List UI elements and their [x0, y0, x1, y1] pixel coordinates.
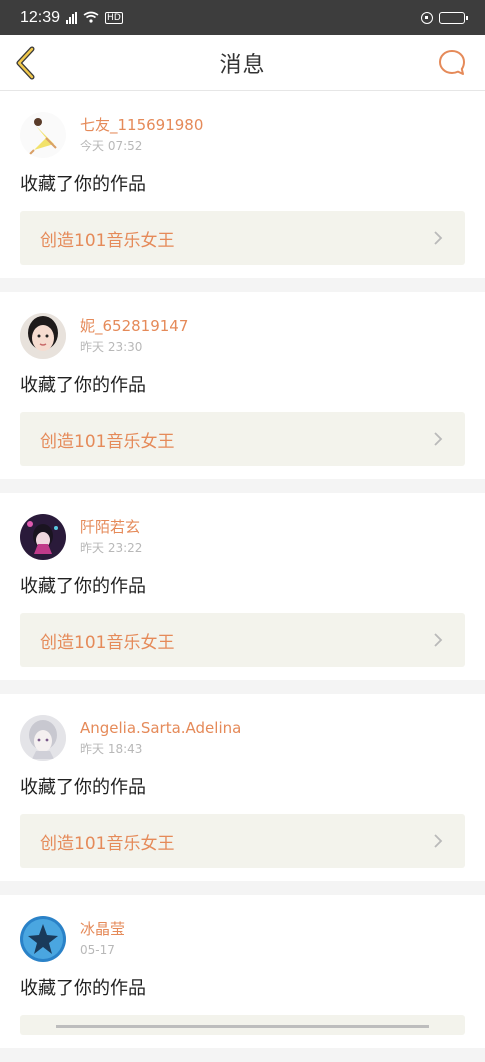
action-text: 收藏了你的作品 — [20, 174, 146, 195]
chat-button[interactable] — [437, 48, 467, 78]
message-time: 05-17 — [80, 943, 115, 957]
blue-star-avatar-icon — [20, 916, 66, 962]
user-name[interactable]: 妮_652819147 — [80, 316, 188, 336]
avatar[interactable] — [20, 715, 66, 761]
work-link[interactable]: 创造101音乐女王 — [20, 211, 465, 265]
action-text: 收藏了你的作品 — [20, 978, 146, 999]
chevron-right-icon — [434, 432, 443, 446]
message-time: 今天 07:52 — [80, 139, 143, 153]
hd-badge: HD — [105, 11, 123, 24]
chevron-right-icon — [434, 633, 443, 647]
action-text: 收藏了你的作品 — [20, 375, 146, 396]
page-title: 消息 — [219, 52, 266, 78]
work-title: 创造101音乐女王 — [40, 431, 175, 452]
action-text: 收藏了你的作品 — [20, 576, 146, 597]
wifi-icon — [83, 9, 99, 27]
anime-avatar-icon — [20, 514, 66, 560]
status-right — [421, 11, 468, 24]
user-row: Angelia.Sarta.Adelina 昨天 18:43 — [20, 714, 465, 762]
user-row: 阡陌若玄 昨天 23:22 — [20, 513, 465, 561]
silver-hair-avatar-icon — [20, 715, 66, 761]
chat-bubble-icon — [439, 50, 465, 75]
user-row: 妮_652819147 昨天 23:30 — [20, 312, 465, 360]
message-feed[interactable]: 七友_115691980 今天 07:52 收藏了你的作品 创造101音乐女王 — [0, 91, 485, 1062]
chevron-right-icon — [434, 231, 443, 245]
work-title: 创造101音乐女王 — [40, 230, 175, 251]
girl-avatar-icon — [20, 313, 66, 359]
status-left: 12:39 HD — [20, 9, 123, 27]
back-button[interactable] — [10, 43, 42, 83]
message-time: 昨天 18:43 — [80, 742, 143, 756]
work-link[interactable] — [20, 1015, 465, 1035]
message-time: 昨天 23:30 — [80, 340, 143, 354]
work-link[interactable]: 创造101音乐女王 — [20, 814, 465, 868]
avatar[interactable] — [20, 514, 66, 560]
work-link[interactable]: 创造101音乐女王 — [20, 613, 465, 667]
user-name[interactable]: 七友_115691980 — [80, 115, 203, 135]
chevron-right-icon — [434, 834, 443, 848]
battery-icon — [439, 11, 468, 24]
message-card: 冰晶莹 05-17 收藏了你的作品 — [0, 895, 485, 1048]
message-card: 妮_652819147 昨天 23:30 收藏了你的作品 创造101音乐女王 — [0, 292, 485, 479]
work-link[interactable]: 创造101音乐女王 — [20, 412, 465, 466]
status-time: 12:39 — [20, 8, 61, 26]
work-preview-strip — [56, 1025, 429, 1028]
user-name[interactable]: Angelia.Sarta.Adelina — [80, 718, 241, 738]
dancer-avatar-icon — [20, 112, 66, 158]
user-name[interactable]: 冰晶莹 — [80, 919, 125, 939]
chevron-left-icon — [16, 46, 35, 80]
work-title: 创造101音乐女王 — [40, 833, 175, 854]
message-card: 阡陌若玄 昨天 23:22 收藏了你的作品 创造101音乐女王 — [0, 493, 485, 680]
message-card: Angelia.Sarta.Adelina 昨天 18:43 收藏了你的作品 创… — [0, 694, 485, 881]
message-card: 七友_115691980 今天 07:52 收藏了你的作品 创造101音乐女王 — [0, 91, 485, 278]
user-row: 七友_115691980 今天 07:52 — [20, 111, 465, 159]
work-title: 创造101音乐女王 — [40, 632, 175, 653]
user-name[interactable]: 阡陌若玄 — [80, 517, 142, 537]
nav-bar: 消息 — [0, 35, 485, 91]
rotation-lock-icon — [421, 11, 433, 24]
avatar[interactable] — [20, 112, 66, 158]
user-row: 冰晶莹 05-17 — [20, 915, 465, 963]
message-time: 昨天 23:22 — [80, 541, 143, 555]
avatar[interactable] — [20, 313, 66, 359]
status-bar: 12:39 HD — [0, 0, 485, 35]
cellular-signal-icon — [66, 11, 78, 24]
avatar[interactable] — [20, 916, 66, 962]
action-text: 收藏了你的作品 — [20, 777, 146, 798]
